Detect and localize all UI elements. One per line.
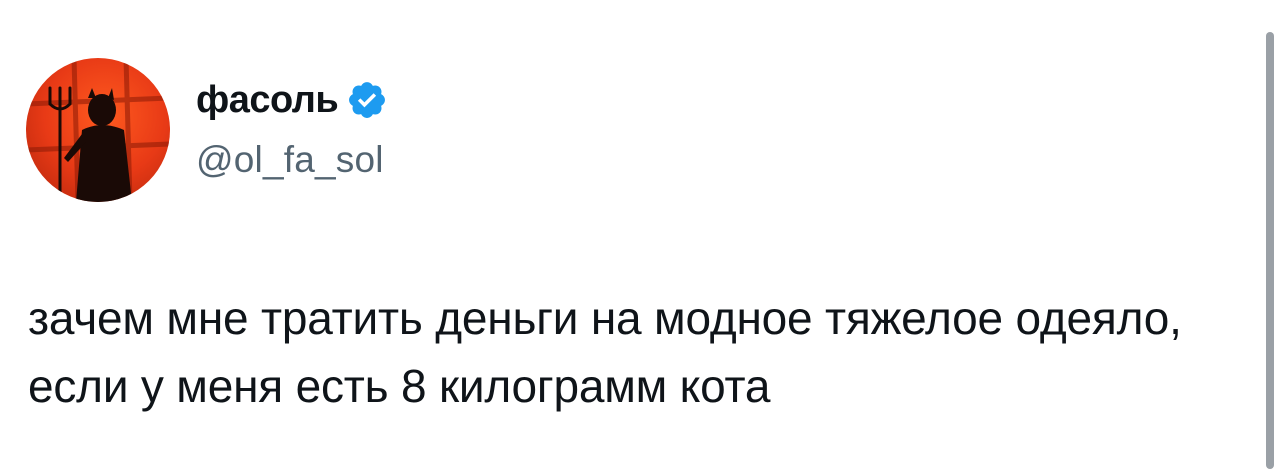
verified-badge-icon[interactable] (346, 79, 388, 121)
tweet-text: зачем мне тратить деньги на модное тяжел… (28, 292, 1182, 412)
avatar-image (26, 58, 170, 202)
scrollbar-thumb[interactable] (1266, 32, 1274, 469)
author-handle[interactable]: @ol_fa_sol (196, 136, 384, 184)
author-name-row: фасоль (196, 76, 388, 124)
author-display-name[interactable]: фасоль (196, 76, 339, 124)
avatar[interactable] (26, 58, 170, 202)
tweet-card: фасоль @ol_fa_sol зачем мне тратить день… (0, 0, 1284, 469)
